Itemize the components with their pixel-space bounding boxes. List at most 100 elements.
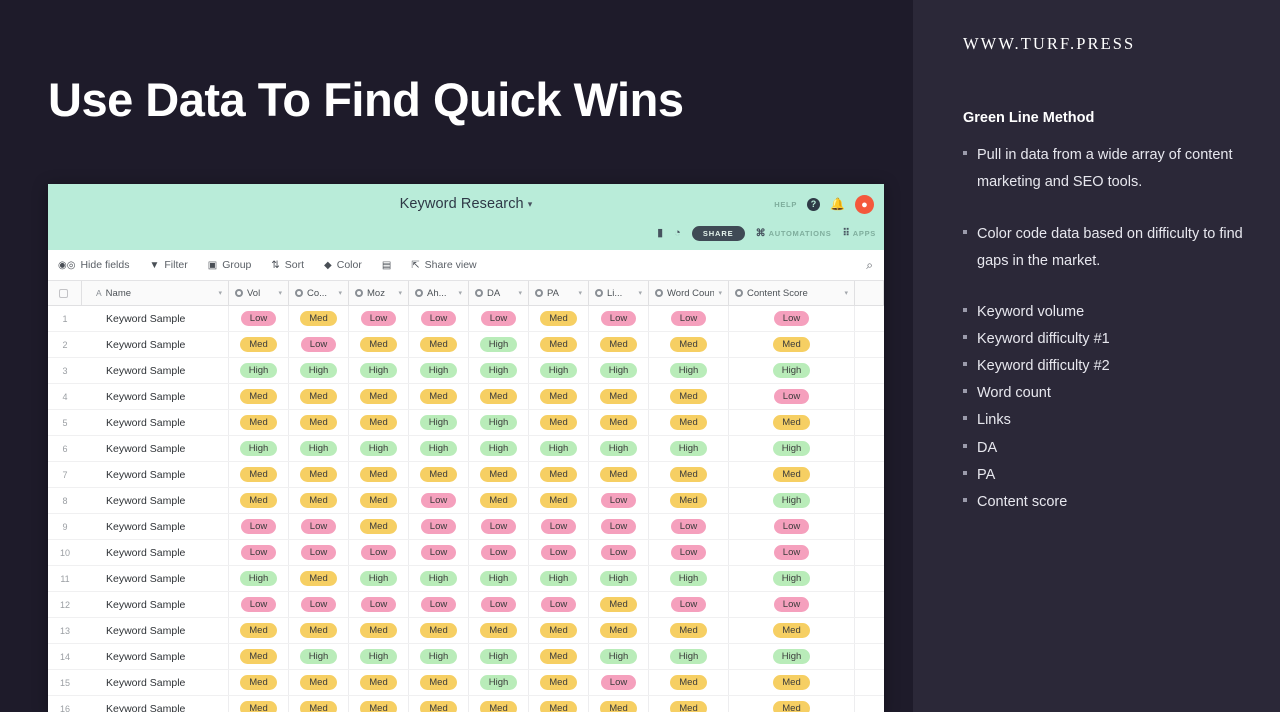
toolbar-item-group[interactable]: ▣ Group — [208, 259, 252, 271]
table-row[interactable]: 16 Keyword Sample Med Med Med Med Med Med Med Med… — [48, 696, 884, 712]
cell-da[interactable]: Low — [469, 306, 529, 331]
toolbar-item-share-view[interactable]: ⇱ Share view — [411, 259, 476, 271]
search-icon[interactable]: ⌕ — [866, 258, 873, 273]
column-header-co[interactable]: Co... ▾ — [289, 281, 349, 305]
cell-moz[interactable]: Med — [349, 696, 409, 712]
cell-li[interactable]: High — [589, 566, 649, 591]
cell-vol[interactable]: Med — [229, 462, 289, 487]
table-row[interactable]: 5 Keyword Sample Med Med Med High High Med Med Me… — [48, 410, 884, 436]
chevron-down-icon[interactable]: ▾ — [638, 289, 642, 297]
cell-moz[interactable]: Med — [349, 384, 409, 409]
cell-ah[interactable]: Low — [409, 592, 469, 617]
cell-li[interactable]: Low — [589, 306, 649, 331]
column-header-name[interactable]: A Name ▾ — [82, 281, 229, 305]
cell-li[interactable]: High — [589, 436, 649, 461]
cell-ah[interactable]: High — [409, 644, 469, 669]
cell-co[interactable]: Low — [289, 514, 349, 539]
cell-ah[interactable]: Low — [409, 306, 469, 331]
cell-co[interactable]: Med — [289, 410, 349, 435]
table-row[interactable]: 1 Keyword Sample Low Med Low Low Low Med Low Low L… — [48, 306, 884, 332]
cell-content-score[interactable]: High — [729, 358, 855, 383]
cell-ah[interactable]: High — [409, 358, 469, 383]
cell-content-score[interactable]: Med — [729, 462, 855, 487]
toolbar-item-sort[interactable]: ⇅ Sort — [271, 259, 304, 271]
cell-da[interactable]: Low — [469, 592, 529, 617]
table-row[interactable]: 14 Keyword Sample Med High High High High Med Hi… — [48, 644, 884, 670]
cell-pa[interactable]: Low — [529, 514, 589, 539]
cell-content-score[interactable]: Med — [729, 410, 855, 435]
select-all-checkbox[interactable] — [59, 288, 68, 298]
cell-word-count[interactable]: High — [649, 358, 729, 383]
cell-moz[interactable]: Med — [349, 514, 409, 539]
cell-co[interactable]: Med — [289, 384, 349, 409]
cell-co[interactable]: Low — [289, 592, 349, 617]
cell-name[interactable]: Keyword Sample — [82, 592, 229, 617]
chevron-down-icon[interactable]: ▾ — [278, 289, 282, 297]
cell-content-score[interactable]: Med — [729, 696, 855, 712]
cell-ah[interactable]: High — [409, 436, 469, 461]
cell-word-count[interactable]: High — [649, 566, 729, 591]
cell-pa[interactable]: Med — [529, 462, 589, 487]
table-row[interactable]: 2 Keyword Sample Med Low Med Med High Med Med Med… — [48, 332, 884, 358]
cell-da[interactable]: High — [469, 332, 529, 357]
cell-moz[interactable]: Med — [349, 410, 409, 435]
cell-name[interactable]: Keyword Sample — [82, 384, 229, 409]
column-header-pa[interactable]: PA ▾ — [529, 281, 589, 305]
cell-pa[interactable]: Med — [529, 670, 589, 695]
chevron-down-icon[interactable]: ▾ — [338, 289, 342, 297]
cell-word-count[interactable]: Med — [649, 384, 729, 409]
cell-ah[interactable]: Low — [409, 540, 469, 565]
cell-name[interactable]: Keyword Sample — [82, 332, 229, 357]
cell-da[interactable]: Med — [469, 618, 529, 643]
cell-li[interactable]: Low — [589, 514, 649, 539]
cell-word-count[interactable]: Low — [649, 306, 729, 331]
cell-co[interactable]: Low — [289, 332, 349, 357]
cell-vol[interactable]: Med — [229, 332, 289, 357]
cell-ah[interactable]: Low — [409, 514, 469, 539]
cell-name[interactable]: Keyword Sample — [82, 644, 229, 669]
cell-moz[interactable]: Med — [349, 670, 409, 695]
cell-vol[interactable]: Med — [229, 696, 289, 712]
column-header-moz[interactable]: Moz ▾ — [349, 281, 409, 305]
cell-pa[interactable]: Med — [529, 696, 589, 712]
cell-li[interactable]: Low — [589, 488, 649, 513]
cell-content-score[interactable]: High — [729, 644, 855, 669]
cell-pa[interactable]: Low — [529, 540, 589, 565]
history-icon[interactable]: ◔ — [674, 227, 681, 240]
cell-co[interactable]: High — [289, 358, 349, 383]
table-row[interactable]: 11 Keyword Sample High Med High High High High H… — [48, 566, 884, 592]
table-row[interactable]: 3 Keyword Sample High High High High High High H… — [48, 358, 884, 384]
cell-content-score[interactable]: High — [729, 566, 855, 591]
cell-content-score[interactable]: Low — [729, 306, 855, 331]
cell-da[interactable]: Low — [469, 540, 529, 565]
cell-word-count[interactable]: Low — [649, 540, 729, 565]
column-header-ah[interactable]: Ah... ▾ — [409, 281, 469, 305]
cell-da[interactable]: Med — [469, 462, 529, 487]
cell-moz[interactable]: Med — [349, 462, 409, 487]
cell-da[interactable]: Med — [469, 384, 529, 409]
cell-da[interactable]: High — [469, 410, 529, 435]
cell-ah[interactable]: Med — [409, 462, 469, 487]
cell-vol[interactable]: High — [229, 358, 289, 383]
cell-co[interactable]: Med — [289, 618, 349, 643]
table-row[interactable]: 7 Keyword Sample Med Med Med Med Med Med Med Med M… — [48, 462, 884, 488]
cell-da[interactable]: Med — [469, 696, 529, 712]
cell-ah[interactable]: Med — [409, 618, 469, 643]
cell-ah[interactable]: High — [409, 410, 469, 435]
cell-name[interactable]: Keyword Sample — [82, 670, 229, 695]
cell-da[interactable]: Med — [469, 488, 529, 513]
cell-da[interactable]: High — [469, 644, 529, 669]
cell-name[interactable]: Keyword Sample — [82, 410, 229, 435]
cell-moz[interactable]: Low — [349, 540, 409, 565]
cell-vol[interactable]: Low — [229, 514, 289, 539]
avatar[interactable]: ● — [855, 195, 874, 214]
cell-pa[interactable]: Med — [529, 410, 589, 435]
cell-vol[interactable]: Med — [229, 644, 289, 669]
cell-word-count[interactable]: Low — [649, 592, 729, 617]
cell-content-score[interactable]: High — [729, 436, 855, 461]
cell-li[interactable]: Low — [589, 670, 649, 695]
toolbar-item-row-height[interactable]: ▤ — [382, 260, 391, 271]
share-button[interactable]: SHARE — [691, 226, 745, 241]
chevron-down-icon[interactable]: ▾ — [518, 289, 522, 297]
cell-vol[interactable]: Low — [229, 306, 289, 331]
